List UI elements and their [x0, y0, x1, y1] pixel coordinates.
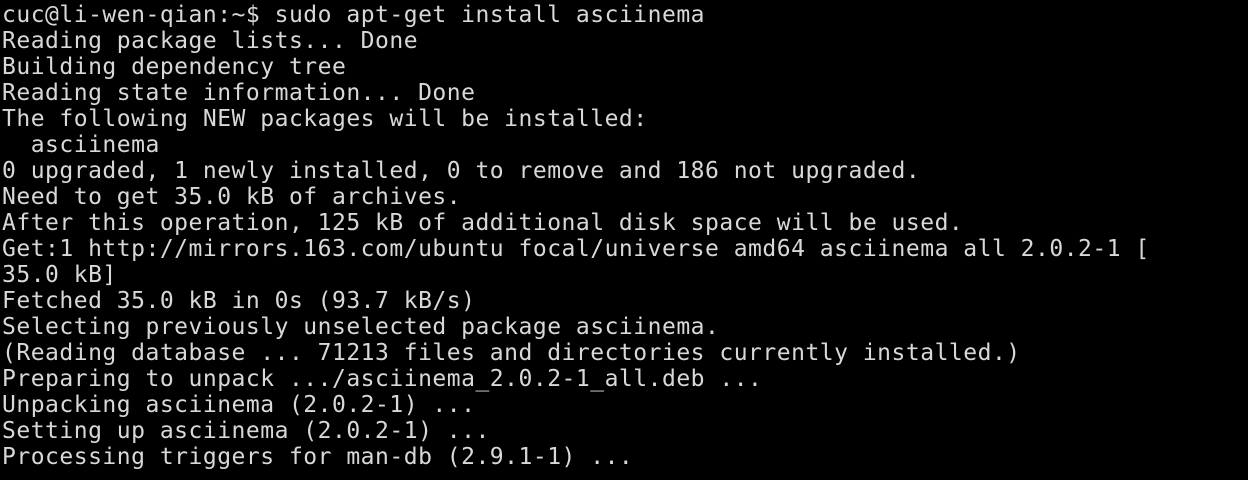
output-line: Preparing to unpack .../asciinema_2.0.2-… [2, 366, 763, 392]
output-line: Get:1 http://mirrors.163.com/ubuntu foca… [2, 236, 1150, 262]
output-line: Setting up asciinema (2.0.2-1) ... [2, 418, 490, 444]
output-line: 0 upgraded, 1 newly installed, 0 to remo… [2, 158, 921, 184]
terminal-window[interactable]: cuc@li-wen-qian:~$ sudo apt-get install … [0, 0, 1248, 480]
output-line: Unpacking asciinema (2.0.2-1) ... [2, 392, 476, 418]
output-line: The following NEW packages will be insta… [2, 106, 648, 132]
output-line: asciinema [2, 132, 160, 158]
output-line: Fetched 35.0 kB in 0s (93.7 kB/s) [2, 288, 476, 314]
output-line: After this operation, 125 kB of addition… [2, 210, 964, 236]
output-line: (Reading database ... 71213 files and di… [2, 340, 1021, 366]
shell-prompt: cuc@li-wen-qian:~$ [2, 2, 275, 28]
output-line: Building dependency tree [2, 54, 347, 80]
output-line: Reading state information... Done [2, 80, 476, 106]
output-line: Need to get 35.0 kB of archives. [2, 184, 462, 210]
output-line: Reading package lists... Done [2, 28, 419, 54]
output-line: Selecting previously unselected package … [2, 314, 720, 340]
entered-command: sudo apt-get install asciinema [274, 2, 706, 28]
output-line: 35.0 kB] [2, 262, 117, 288]
command-line: cuc@li-wen-qian:~$ sudo apt-get install … [2, 2, 1248, 28]
output-line: Processing triggers for man-db (2.9.1-1)… [2, 444, 634, 470]
